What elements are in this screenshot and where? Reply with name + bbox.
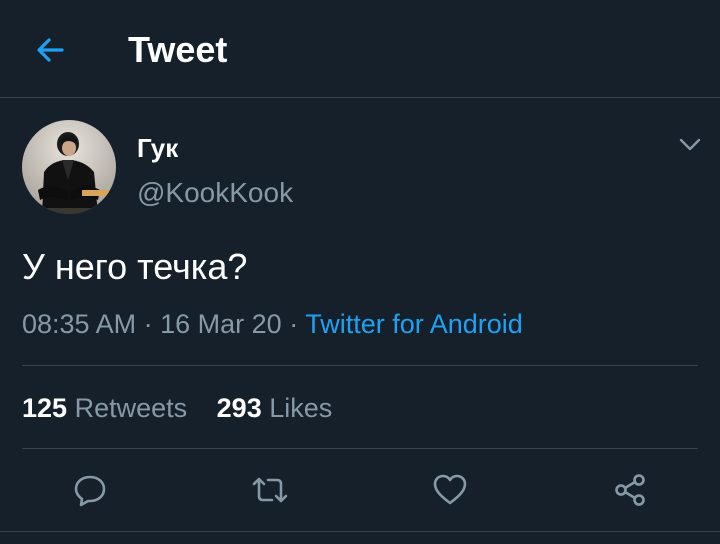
share-icon bbox=[615, 474, 645, 506]
retweet-icon bbox=[252, 477, 288, 503]
back-button[interactable] bbox=[30, 32, 70, 68]
retweet-button[interactable] bbox=[250, 470, 290, 510]
likes-stat[interactable]: 293 Likes bbox=[217, 391, 333, 425]
tweet-stats: 125 Retweets 293 Likes bbox=[22, 391, 354, 425]
tweet-time: 08:35 AM bbox=[22, 309, 137, 339]
reply-button[interactable] bbox=[70, 470, 110, 510]
top-bar: Tweet bbox=[0, 0, 720, 98]
avatar[interactable] bbox=[22, 120, 116, 214]
tweet-menu-button[interactable] bbox=[676, 132, 704, 158]
divider bbox=[22, 365, 698, 366]
retweets-stat[interactable]: 125 Retweets bbox=[22, 391, 187, 425]
page-title: Tweet bbox=[128, 29, 228, 70]
meta-separator: · bbox=[289, 309, 299, 339]
divider bbox=[0, 531, 720, 532]
share-button[interactable] bbox=[610, 470, 650, 510]
retweets-label: Retweets bbox=[74, 393, 188, 423]
meta-separator: · bbox=[143, 309, 153, 339]
arrow-left-icon bbox=[37, 38, 64, 62]
heart-icon bbox=[433, 474, 467, 505]
author-display-name[interactable]: Гук bbox=[137, 132, 178, 164]
tweet-meta: 08:35 AM · 16 Mar 20 · Twitter for Andro… bbox=[22, 307, 523, 341]
like-button[interactable] bbox=[430, 470, 470, 510]
divider bbox=[22, 448, 698, 449]
tweet-date: 16 Mar 20 bbox=[160, 309, 282, 339]
tweet-text: У него течка? bbox=[22, 246, 248, 287]
avatar-photo bbox=[22, 120, 116, 214]
reply-icon bbox=[74, 475, 106, 507]
retweets-count: 125 bbox=[22, 393, 68, 423]
author-handle[interactable]: @KookKook bbox=[137, 176, 293, 210]
chevron-down-icon bbox=[679, 138, 701, 151]
likes-count: 293 bbox=[216, 393, 262, 423]
tweet-source-link[interactable]: Twitter for Android bbox=[305, 309, 523, 339]
likes-label: Likes bbox=[269, 393, 333, 423]
